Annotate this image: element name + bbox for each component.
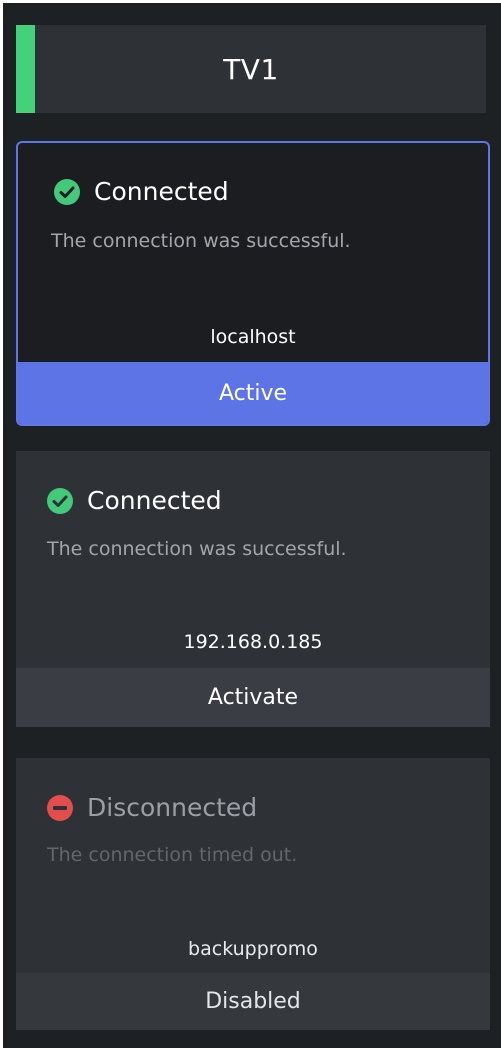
activate-button[interactable]: Activate — [16, 668, 490, 727]
host-name: 192.168.0.185 — [183, 631, 323, 653]
status-message: The connection was successful. — [51, 230, 351, 252]
status-message: The connection timed out. — [47, 844, 298, 866]
status-label: Disconnected — [87, 793, 258, 822]
check-circle-icon — [54, 178, 80, 205]
host-name: backuppromo — [188, 938, 318, 960]
connection-card-backuppromo[interactable]: Disconnected The connection timed out. b… — [16, 758, 490, 1030]
check-circle-icon — [47, 487, 73, 514]
status-label: Connected — [87, 486, 222, 515]
connections-panel: TV1 Connected The connection was success… — [3, 3, 501, 1048]
tv-header[interactable]: TV1 — [16, 25, 486, 113]
active-button[interactable]: Active — [18, 362, 488, 424]
connection-card-192-168-0-185[interactable]: Connected The connection was successful.… — [16, 451, 490, 727]
status-label: Connected — [94, 177, 229, 206]
host-name: localhost — [210, 326, 296, 348]
status-row: Connected — [54, 177, 229, 206]
tv-title: TV1 — [223, 52, 279, 86]
connection-card-localhost[interactable]: Connected The connection was successful.… — [16, 141, 490, 426]
status-message: The connection was successful. — [47, 538, 347, 560]
status-row: Disconnected — [47, 793, 257, 822]
disabled-button: Disabled — [16, 973, 490, 1030]
minus-circle-icon — [47, 794, 73, 821]
status-row: Connected — [47, 486, 222, 515]
status-accent-bar — [16, 25, 35, 113]
